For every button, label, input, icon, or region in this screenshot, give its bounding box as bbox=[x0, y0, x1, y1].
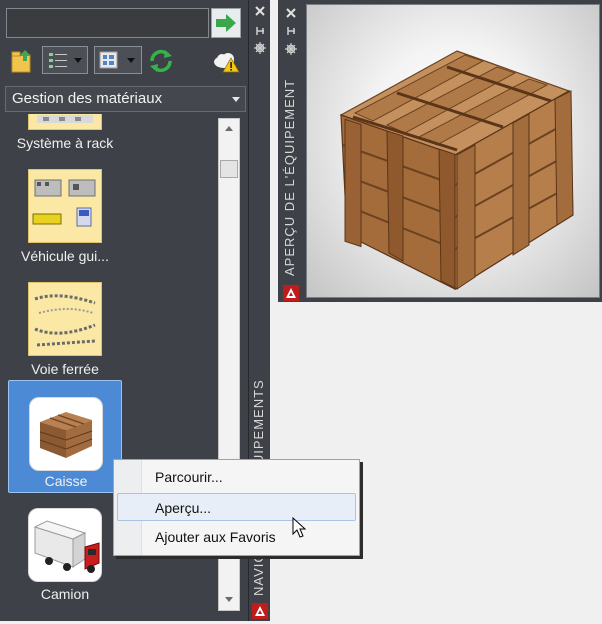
menu-item-label: Aperçu... bbox=[155, 500, 212, 516]
category-dropdown[interactable]: Gestion des matériaux bbox=[5, 86, 246, 112]
app-menu-icon[interactable] bbox=[283, 285, 299, 301]
menu-item-apercu[interactable]: Aperçu... bbox=[117, 493, 356, 521]
arrow-right-icon bbox=[216, 14, 236, 32]
list-item[interactable]: Voie ferrée bbox=[8, 282, 122, 394]
preview-viewport[interactable] bbox=[306, 4, 600, 298]
folder-up-icon[interactable] bbox=[10, 48, 34, 74]
list-item-label: Véhicule gui... bbox=[21, 248, 109, 264]
close-icon[interactable] bbox=[286, 8, 296, 18]
autohide-icon[interactable] bbox=[286, 26, 296, 36]
category-label: Gestion des matériaux bbox=[12, 90, 163, 107]
scroll-down-icon[interactable] bbox=[224, 596, 234, 604]
autohide-icon[interactable] bbox=[255, 26, 265, 36]
guided-vehicle-thumbnail bbox=[28, 169, 102, 243]
menu-item-label: Ajouter aux Favoris bbox=[155, 529, 276, 545]
list-item-selected[interactable]: Caisse bbox=[8, 380, 122, 493]
mouse-cursor-icon bbox=[292, 517, 307, 538]
refresh-icon[interactable] bbox=[148, 48, 174, 74]
scrollbar-thumb[interactable] bbox=[220, 160, 238, 178]
crate-3d-preview bbox=[339, 50, 574, 291]
menu-item-parcourir[interactable]: Parcourir... bbox=[117, 463, 356, 491]
list-item[interactable]: Camion bbox=[8, 502, 122, 614]
preview-title: APERÇU DE L'ÉQUIPEMENT bbox=[282, 78, 297, 276]
search-go-button[interactable] bbox=[211, 8, 241, 38]
cloud-warning-icon[interactable] bbox=[212, 50, 240, 74]
icon-view-button[interactable] bbox=[94, 46, 142, 74]
list-item-label: Voie ferrée bbox=[31, 361, 99, 377]
scroll-up-icon[interactable] bbox=[224, 125, 234, 133]
menu-item-ajouter-favoris[interactable]: Ajouter aux Favoris bbox=[117, 523, 356, 551]
icon-view-icon bbox=[99, 51, 135, 69]
list-item-label: Système à rack bbox=[16, 135, 114, 151]
settings-icon[interactable] bbox=[285, 43, 297, 55]
rack-system-thumbnail bbox=[28, 114, 102, 130]
app-menu-icon[interactable] bbox=[252, 603, 268, 619]
settings-icon[interactable] bbox=[254, 42, 266, 54]
list-item-label: Caisse bbox=[44, 473, 88, 489]
close-icon[interactable] bbox=[255, 6, 265, 16]
railway-thumbnail bbox=[28, 282, 102, 356]
list-item-label: Camion bbox=[40, 586, 90, 602]
context-menu: Parcourir... Aperçu... Ajouter aux Favor… bbox=[113, 459, 360, 556]
menu-item-label: Parcourir... bbox=[155, 469, 223, 485]
search-input[interactable] bbox=[6, 8, 209, 38]
chevron-down-icon bbox=[232, 97, 240, 102]
list-view-icon bbox=[49, 53, 82, 68]
list-item[interactable]: Véhicule gui... bbox=[8, 169, 122, 281]
truck-thumbnail bbox=[28, 508, 102, 582]
crate-thumbnail bbox=[29, 397, 103, 471]
list-view-button[interactable] bbox=[42, 46, 88, 74]
